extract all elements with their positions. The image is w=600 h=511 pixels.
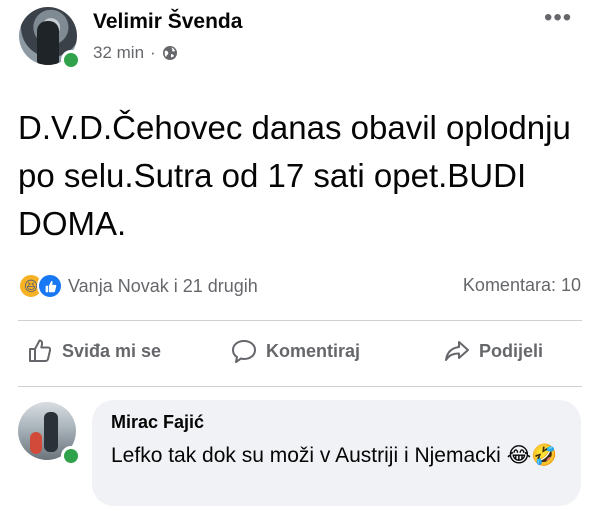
- avatar-child-silhouette: [30, 432, 42, 454]
- like-label: Sviđa mi se: [62, 340, 162, 361]
- like-button[interactable]: Sviđa mi se: [26, 337, 161, 365]
- reactions-text[interactable]: Vanja Novak i 21 drugih: [68, 276, 258, 297]
- post-author-name[interactable]: Velimir Švenda: [93, 10, 242, 34]
- comment-label: Komentiraj: [266, 340, 361, 361]
- commenter-online-dot: [61, 446, 81, 466]
- comment-button[interactable]: Komentiraj: [230, 337, 360, 365]
- more-options-icon[interactable]: •••: [544, 6, 572, 30]
- online-status-dot: [61, 50, 81, 70]
- avatar-person-silhouette: [44, 412, 58, 452]
- like-reaction-icon: [37, 273, 63, 299]
- post-time[interactable]: 32 min: [93, 43, 144, 63]
- comment-icon: [232, 340, 256, 363]
- share-button[interactable]: Podijeli: [443, 337, 543, 365]
- avatar-person-silhouette: [37, 21, 59, 65]
- divider-bottom: [18, 386, 582, 387]
- thumbs-up-icon: [29, 339, 52, 362]
- divider-top: [18, 320, 582, 321]
- meta-separator: ·: [150, 43, 156, 62]
- comment-author-name[interactable]: Mirac Fajić: [111, 412, 204, 433]
- post-meta: 32 min ·: [93, 43, 178, 63]
- globe-icon: [162, 46, 177, 60]
- share-icon: [445, 341, 469, 361]
- comments-count[interactable]: Komentara: 10: [463, 275, 581, 296]
- reactions-summary[interactable]: 😆 Vanja Novak i 21 drugih: [18, 273, 258, 299]
- post-text: D.V.D.Čehovec danas obavil oplodnju po s…: [18, 109, 571, 242]
- comment-text: Lefko tak dok su moži v Austriji i Njema…: [111, 444, 558, 467]
- share-label: Podijeli: [479, 340, 544, 361]
